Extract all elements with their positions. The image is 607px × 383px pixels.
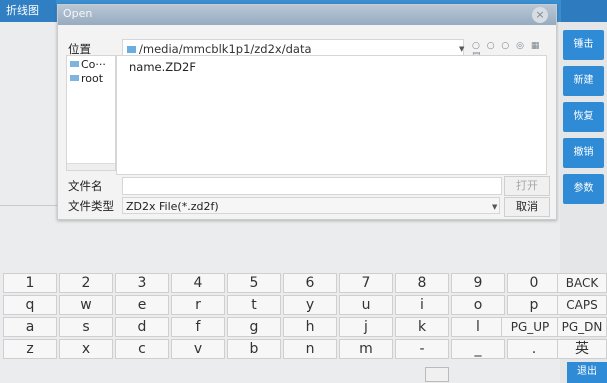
- tree-item-computer[interactable]: Co···: [70, 58, 106, 71]
- key-pg-dn[interactable]: PG_DN: [557, 317, 607, 337]
- key-4[interactable]: 4: [171, 273, 225, 293]
- key-t[interactable]: t: [227, 295, 281, 315]
- sidebar-tree: Co··· root: [66, 55, 116, 171]
- keyboard-drag-handle[interactable]: [425, 367, 449, 382]
- key-j[interactable]: j: [339, 317, 393, 337]
- key-u[interactable]: u: [339, 295, 393, 315]
- key-1[interactable]: 1: [3, 273, 57, 293]
- dialog-title: Open: [63, 7, 93, 20]
- key-back[interactable]: BACK: [557, 273, 607, 293]
- key-dash[interactable]: -: [395, 339, 449, 359]
- close-icon[interactable]: ×: [532, 7, 548, 23]
- key-2[interactable]: 2: [59, 273, 113, 293]
- filetype-label: 文件类型: [68, 199, 114, 213]
- key-h[interactable]: h: [283, 317, 337, 337]
- key-d[interactable]: d: [115, 317, 169, 337]
- folder-icon: [127, 46, 136, 53]
- key-3[interactable]: 3: [115, 273, 169, 293]
- filetype-select[interactable]: ZD2x File(*.zd2f): [122, 197, 500, 214]
- key-l[interactable]: l: [451, 317, 505, 337]
- key-g[interactable]: g: [227, 317, 281, 337]
- top-right-area: [561, 0, 607, 22]
- exit-button[interactable]: 退出: [567, 362, 607, 383]
- key-6[interactable]: 6: [283, 273, 337, 293]
- key-i[interactable]: i: [395, 295, 449, 315]
- key-e[interactable]: e: [115, 295, 169, 315]
- key-q[interactable]: q: [3, 295, 57, 315]
- background-divider: [0, 205, 57, 206]
- key-5[interactable]: 5: [227, 273, 281, 293]
- key-a[interactable]: a: [3, 317, 57, 337]
- key-0[interactable]: 0: [507, 273, 561, 293]
- dialog-titlebar[interactable]: Open ×: [58, 5, 556, 25]
- key-caps[interactable]: CAPS: [557, 295, 607, 315]
- key-s[interactable]: s: [59, 317, 113, 337]
- key-period[interactable]: .: [507, 339, 561, 359]
- hammer-button[interactable]: 锤击: [563, 30, 604, 60]
- list-item[interactable]: name.ZD2F: [129, 60, 196, 74]
- key-c[interactable]: c: [115, 339, 169, 359]
- key-lang-en[interactable]: 英: [557, 339, 607, 359]
- chevron-down-icon[interactable]: ▼: [459, 45, 464, 53]
- key-underscore[interactable]: _: [451, 339, 505, 359]
- key-v[interactable]: v: [171, 339, 225, 359]
- restore-button[interactable]: 恢复: [563, 102, 604, 132]
- tab-line-chart[interactable]: 折线图: [0, 0, 56, 22]
- key-y[interactable]: y: [283, 295, 337, 315]
- key-x[interactable]: x: [59, 339, 113, 359]
- key-z[interactable]: z: [3, 339, 57, 359]
- key-8[interactable]: 8: [395, 273, 449, 293]
- open-button[interactable]: 打开: [504, 176, 550, 196]
- key-p[interactable]: p: [507, 295, 561, 315]
- cancel-button[interactable]: 取消: [504, 197, 550, 217]
- file-list: name.ZD2F: [116, 55, 547, 175]
- path-value: /media/mmcblk1p1/zd2x/data: [139, 42, 312, 56]
- key-9[interactable]: 9: [451, 273, 505, 293]
- key-7[interactable]: 7: [339, 273, 393, 293]
- tree-scrollbar[interactable]: [67, 163, 115, 170]
- filename-label: 文件名: [68, 179, 103, 193]
- key-b[interactable]: b: [227, 339, 281, 359]
- filename-input[interactable]: [122, 177, 502, 195]
- computer-icon: [70, 61, 79, 67]
- virtual-keyboard: 1 2 3 4 5 6 7 8 9 0 BACK q w e r t y u i…: [0, 270, 607, 383]
- key-k[interactable]: k: [395, 317, 449, 337]
- tree-item-root[interactable]: root: [70, 72, 103, 85]
- key-n[interactable]: n: [283, 339, 337, 359]
- key-m[interactable]: m: [339, 339, 393, 359]
- params-button[interactable]: 参数: [563, 174, 604, 204]
- folder-icon: [70, 75, 79, 81]
- key-w[interactable]: w: [59, 295, 113, 315]
- key-r[interactable]: r: [171, 295, 225, 315]
- key-o[interactable]: o: [451, 295, 505, 315]
- undo-button[interactable]: 撤销: [563, 138, 604, 168]
- new-button[interactable]: 新建: [563, 66, 604, 96]
- chevron-down-icon[interactable]: ▼: [492, 203, 497, 211]
- key-f[interactable]: f: [171, 317, 225, 337]
- key-pg-up[interactable]: PG_UP: [501, 317, 559, 337]
- open-file-dialog: Open × 位置 /media/mmcblk1p1/zd2x/data ▼ ○…: [57, 4, 557, 220]
